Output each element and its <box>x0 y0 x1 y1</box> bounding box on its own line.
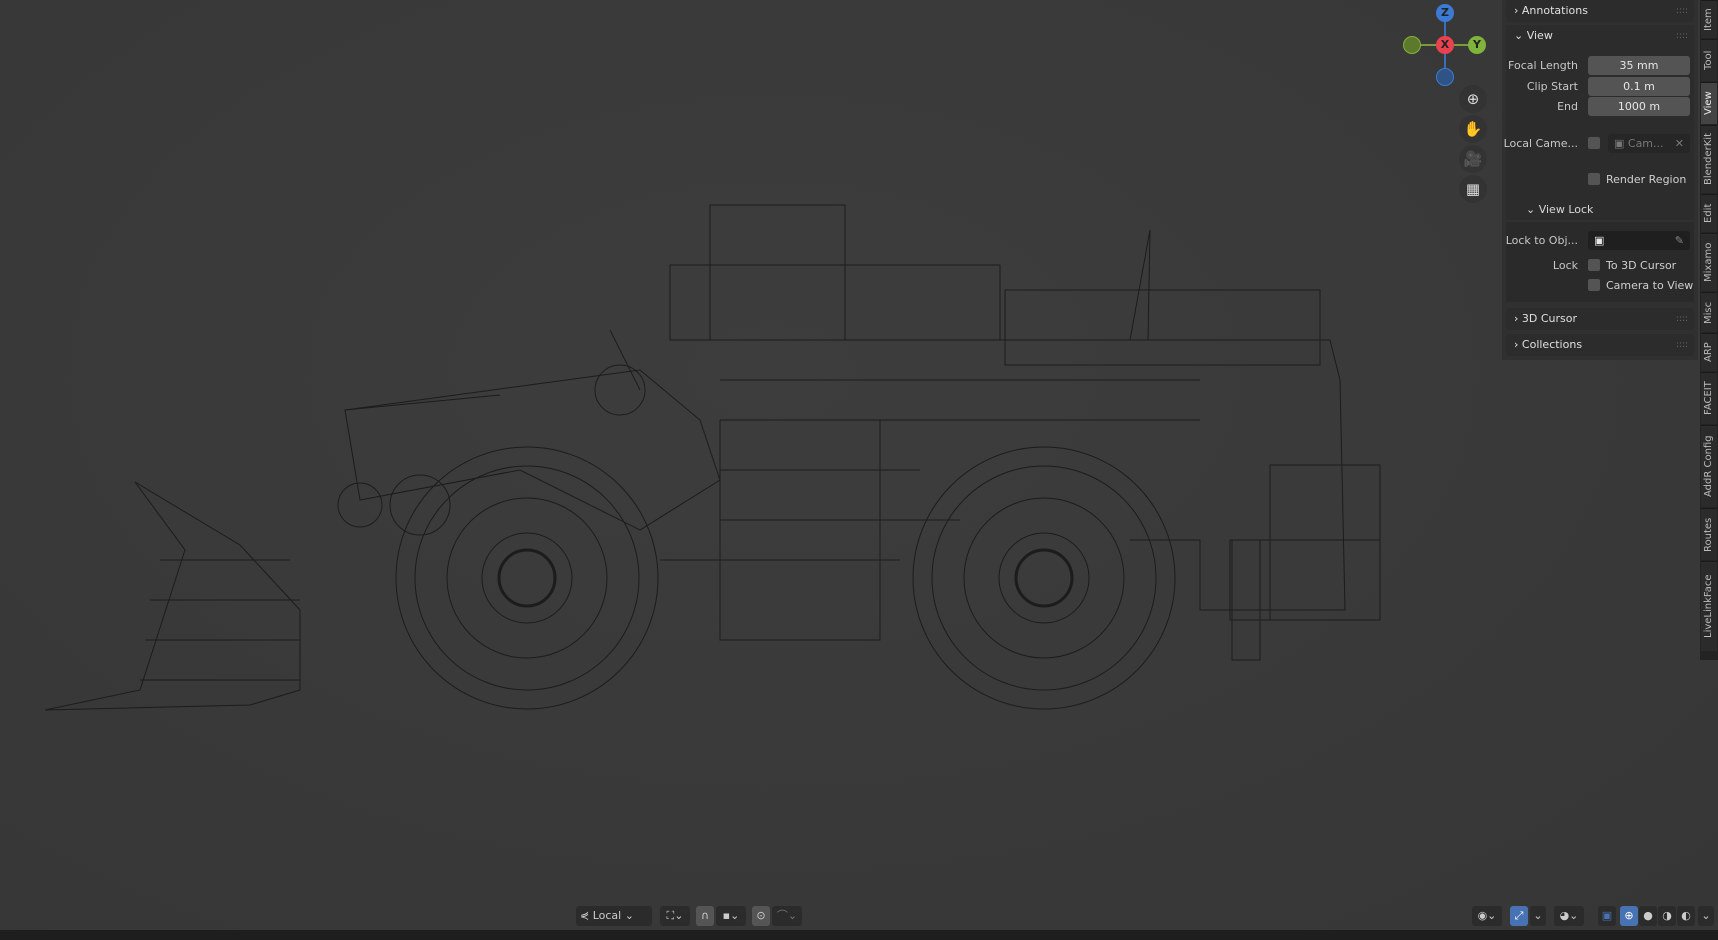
clip-end-label: End <box>1557 100 1578 113</box>
gizmo-y-axis[interactable]: Y <box>1468 36 1486 54</box>
wheel-loader-wireframe <box>44 204 1381 711</box>
proportional-falloff-dropdown[interactable]: ⌒⌄ <box>772 906 802 926</box>
focal-length-label: Focal Length <box>1508 59 1578 72</box>
snap-target-dropdown[interactable]: ▪⌄ <box>716 906 746 926</box>
3d-cursor-label: 3D Cursor <box>1521 312 1578 325</box>
tab-arp[interactable]: ARP <box>1701 333 1717 371</box>
gizmo-neg-y-axis[interactable] <box>1403 36 1421 54</box>
orientation-label: Local <box>592 909 622 922</box>
rendered-shading-button[interactable]: ◐ <box>1677 906 1695 926</box>
orientation-icon: ⋞ <box>580 909 590 922</box>
gizmo-z-axis[interactable]: Z <box>1436 4 1454 22</box>
collections-label: Collections <box>1521 338 1583 351</box>
local-camera-label: Local Came... <box>1503 137 1578 150</box>
tab-misc[interactable]: Misc <box>1701 292 1717 332</box>
camera-icon[interactable]: 🎥 <box>1459 145 1487 173</box>
tab-mixamo[interactable]: Mixamo <box>1701 233 1717 291</box>
gizmo-toggle[interactable]: ⤢ <box>1510 906 1528 926</box>
rear-wheel <box>912 446 1176 710</box>
viewport-header: ⋞ Local ⌄ ⛶⌄ ∩ ▪⌄ ⊙ ⌒⌄ ◉⌄ ⤢ ⌄ ◕⌄ ▣ ⊕ ● ◑… <box>0 900 1718 930</box>
to-3d-cursor-checkbox[interactable] <box>1588 259 1600 271</box>
annotations-label: Annotations <box>1521 4 1588 17</box>
tab-faceit[interactable]: FACEIT <box>1701 372 1717 424</box>
focal-length-field[interactable]: 35 mm <box>1588 56 1690 75</box>
tab-item[interactable]: Item <box>1701 0 1717 38</box>
annotations-section[interactable]: › Annotations:::: <box>1506 0 1694 22</box>
lock-to-object-label: Lock to Obj... <box>1505 234 1578 247</box>
clear-icon[interactable]: ✕ <box>1675 134 1684 153</box>
tab-addr-config[interactable]: AddR Config <box>1701 425 1717 507</box>
xray-toggle[interactable]: ▣ <box>1598 906 1616 926</box>
visibility-dropdown[interactable]: ◉⌄ <box>1472 906 1502 926</box>
view-section[interactable]: ⌄ View:::: <box>1506 25 1694 47</box>
tab-edit[interactable]: Edit <box>1701 194 1717 232</box>
pivot-point-dropdown[interactable]: ⛶⌄ <box>660 906 690 926</box>
boom-arm <box>337 329 721 536</box>
tab-routes[interactable]: Routes <box>1701 508 1717 560</box>
sidebar-panel: › Annotations:::: ⌄ View:::: Focal Lengt… <box>1502 0 1698 360</box>
render-region-checkbox[interactable] <box>1588 173 1600 185</box>
3d-viewport[interactable]: Z X Y ⊕ ✋ 🎥 ▦ <box>0 0 1718 930</box>
view-lock-subsection[interactable]: ⌄ View Lock <box>1502 200 1698 220</box>
render-region-label: Render Region <box>1606 173 1687 186</box>
lock-to-object-field[interactable]: ▣ ✎ <box>1588 231 1690 250</box>
gizmo-x-axis[interactable]: X <box>1436 36 1454 54</box>
local-camera-checkbox[interactable] <box>1588 137 1600 149</box>
view-lock-label: View Lock <box>1538 203 1594 216</box>
hand-pan-icon[interactable]: ✋ <box>1459 115 1487 143</box>
grid-icon[interactable]: ▦ <box>1459 175 1487 203</box>
timeline-strip <box>0 930 1718 940</box>
snap-toggle[interactable]: ∩ <box>696 906 714 926</box>
clip-end-field[interactable]: 1000 m <box>1588 97 1690 116</box>
local-camera-field[interactable]: ▣ Cam... ✕ <box>1608 134 1690 153</box>
wireframe-shading-button[interactable]: ⊕ <box>1620 906 1638 926</box>
shading-dropdown[interactable]: ⌄ <box>1698 906 1714 926</box>
proportional-edit-toggle[interactable]: ⊙ <box>752 906 770 926</box>
tab-blenderkit[interactable]: BlenderKit <box>1701 125 1717 193</box>
sidebar-tabs: Item Tool View BlenderKit Edit Mixamo Mi… <box>1700 0 1718 660</box>
tab-view[interactable]: View <box>1701 82 1717 124</box>
tab-livelinkface[interactable]: LiveLinkFace <box>1701 561 1717 651</box>
camera-to-view-label: Camera to View <box>1606 279 1694 292</box>
transform-orientation-dropdown[interactable]: ⋞ Local ⌄ <box>576 906 652 926</box>
clip-start-label: Clip Start <box>1526 80 1578 93</box>
solid-shading-button[interactable]: ● <box>1639 906 1657 926</box>
zoom-icon[interactable]: ⊕ <box>1459 85 1487 113</box>
collections-section[interactable]: › Collections:::: <box>1506 334 1694 356</box>
bucket <box>44 481 301 711</box>
gizmo-neg-z-axis[interactable] <box>1436 68 1454 86</box>
view-label: View <box>1526 29 1553 42</box>
tab-tool[interactable]: Tool <box>1701 39 1717 81</box>
overlays-dropdown[interactable]: ◕⌄ <box>1554 906 1584 926</box>
local-camera-value: Cam... <box>1627 137 1664 150</box>
lock-label: Lock <box>1552 259 1578 272</box>
material-shading-button[interactable]: ◑ <box>1658 906 1676 926</box>
clip-start-field[interactable]: 0.1 m <box>1588 77 1690 96</box>
3d-cursor-section[interactable]: › 3D Cursor:::: <box>1506 308 1694 330</box>
camera-to-view-checkbox[interactable] <box>1588 279 1600 291</box>
eyedropper-icon[interactable]: ✎ <box>1675 231 1684 250</box>
to-3d-cursor-label: To 3D Cursor <box>1606 259 1677 272</box>
gizmo-dropdown[interactable]: ⌄ <box>1530 906 1546 926</box>
